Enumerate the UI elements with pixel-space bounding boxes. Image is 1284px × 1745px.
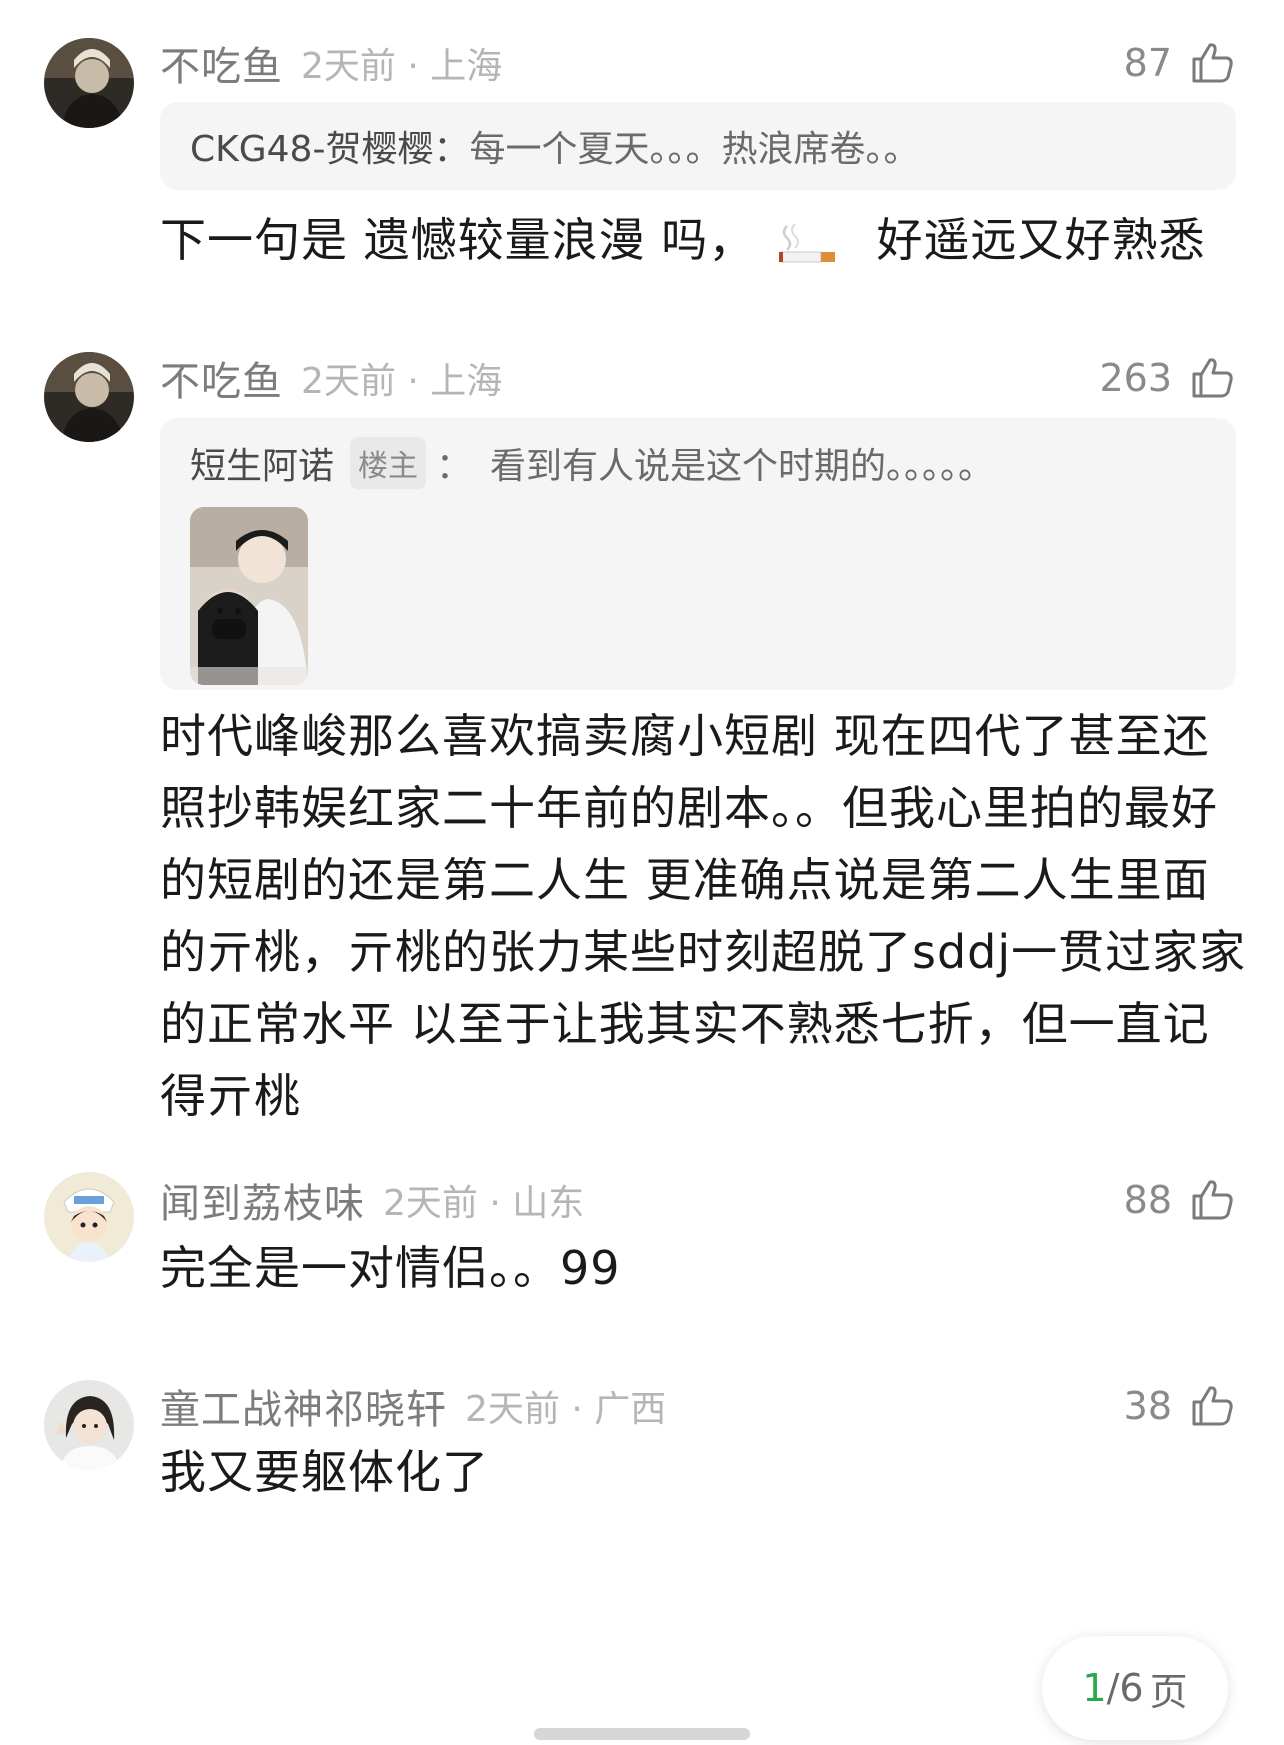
cigarette-emoji-icon [778, 222, 835, 262]
separator: · [489, 1183, 501, 1224]
like-button[interactable]: 87 [1124, 33, 1236, 93]
quote-separator: ： [436, 446, 473, 487]
like-count: 87 [1123, 41, 1172, 85]
op-badge: 楼主 [350, 437, 427, 489]
home-indicator[interactable] [534, 1728, 750, 1740]
like-button[interactable]: 88 [1124, 1170, 1236, 1230]
comment-body: 完全是一对情侣。。99 [160, 1241, 621, 1295]
avatar[interactable] [44, 352, 134, 442]
location: 山东 [512, 1183, 585, 1224]
quote-username[interactable]: 短生阿诺 [190, 437, 334, 489]
quoted-reply[interactable]: CKG48-贺樱樱： 每一个夏天。。。热浪席卷。。 [160, 102, 1236, 190]
avatar[interactable] [44, 1172, 134, 1262]
time-location: 2天前 · 广西 [465, 1380, 666, 1432]
avatar[interactable] [44, 38, 134, 128]
comment-body: 时代峰峻那么喜欢搞卖腐小短剧 现在四代了甚至还照抄韩娱红家二十年前的剧本。。但我… [160, 709, 1247, 1123]
page-indicator[interactable]: 1 /6 页 [1042, 1636, 1228, 1740]
username[interactable]: 不吃鱼 [160, 34, 283, 92]
location: 上海 [430, 361, 503, 402]
like-button[interactable]: 263 [1099, 348, 1236, 408]
location: 上海 [430, 46, 503, 87]
quote-username[interactable]: CKG48-贺樱樱： [190, 120, 469, 172]
thumbs-up-icon [1192, 1386, 1233, 1426]
username[interactable]: 童工战神祁晓轩 [160, 1377, 447, 1435]
separator: · [407, 361, 419, 402]
time-location: 2天前 · 山东 [383, 1174, 584, 1226]
avatar[interactable] [44, 1380, 134, 1470]
comment-text: 下一句是 遗憾较量浪漫 吗， [160, 213, 756, 267]
username[interactable]: 闻到荔枝味 [160, 1171, 365, 1229]
separator: · [407, 46, 419, 87]
quote-text: 看到有人说是这个时期的。。。。。 [490, 446, 995, 487]
thumbs-up-icon [1192, 43, 1233, 83]
post-time: 2天前 [301, 46, 396, 87]
comment-meta: 不吃鱼 2天前 · 上海 [160, 33, 502, 93]
comment-text: 好遥远又好熟悉 [876, 213, 1206, 267]
quoted-reply[interactable]: 短生阿诺 楼主 ： 看到有人说是这个时期的。。。。。 [160, 418, 1236, 690]
quote-image[interactable] [190, 507, 308, 685]
comment-body: 我又要躯体化了 [160, 1445, 489, 1499]
like-count: 263 [1099, 356, 1172, 400]
current-page: 1 [1082, 1666, 1107, 1710]
thumbs-up-icon [1192, 1180, 1233, 1220]
post-time: 2天前 [465, 1389, 560, 1430]
post-time: 2天前 [383, 1183, 478, 1224]
quote-text: 每一个夏天。。。热浪席卷。。 [469, 129, 920, 170]
time-location: 2天前 · 上海 [301, 352, 502, 404]
like-button[interactable]: 38 [1124, 1376, 1236, 1436]
like-count: 88 [1123, 1178, 1172, 1222]
comment-meta: 童工战神祁晓轩 2天前 · 广西 [160, 1376, 666, 1436]
comment-body: 下一句是 遗憾较量浪漫 吗， 好遥远又好熟悉 [160, 204, 1250, 276]
page-suffix: 页 [1149, 1669, 1188, 1714]
location: 广西 [594, 1389, 667, 1430]
separator: · [571, 1389, 583, 1430]
time-location: 2天前 · 上海 [301, 37, 502, 89]
total-pages: /6 [1106, 1666, 1144, 1710]
thumbs-up-icon [1192, 358, 1233, 398]
comment-meta: 不吃鱼 2天前 · 上海 [160, 348, 502, 408]
comment-meta: 闻到荔枝味 2天前 · 山东 [160, 1170, 584, 1230]
post-time: 2天前 [301, 361, 396, 402]
username[interactable]: 不吃鱼 [160, 349, 283, 407]
like-count: 38 [1123, 1384, 1172, 1428]
